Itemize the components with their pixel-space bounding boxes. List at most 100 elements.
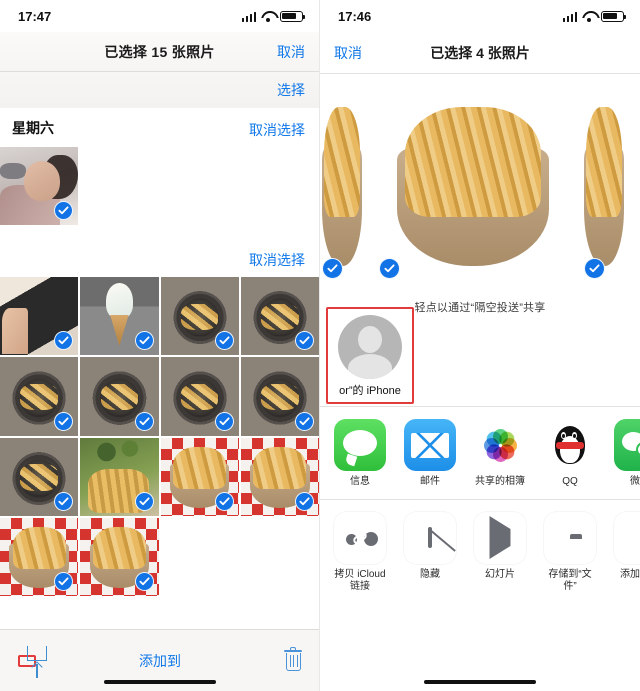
share-app-mail[interactable]: 邮件 xyxy=(402,419,458,489)
airdrop-contact-highlight[interactable]: or”的 iPhone xyxy=(326,307,414,404)
share-action-label: 拷贝 iCloud 链接 xyxy=(334,568,386,593)
share-action-row: 拷贝 iCloud 链接 隐藏 幻灯片 存储到“文件” 添加到相 xyxy=(320,500,640,608)
screenshot-comparison: 17:47 已选择 15 张照片 取消 选择 星期六 取消选择 取消选择 添加到… xyxy=(0,0,640,691)
wechat-icon[interactable] xyxy=(614,419,640,471)
add-to-button[interactable]: 添加到 xyxy=(139,651,181,671)
wifi-icon xyxy=(582,11,596,22)
selected-check-badge[interactable] xyxy=(295,411,314,431)
right-status-bar: 17:46 xyxy=(320,0,640,32)
photo-grid-cell[interactable] xyxy=(80,357,159,436)
deselect-button-bottom[interactable]: 取消选择 xyxy=(249,250,305,270)
selected-check-badge[interactable] xyxy=(379,258,400,279)
preview-thumbnail[interactable] xyxy=(578,82,630,287)
person-avatar-icon xyxy=(338,315,402,379)
share-app-messages[interactable]: 信息 xyxy=(332,419,388,489)
save-to-files-icon[interactable] xyxy=(544,511,596,564)
share-action-label: 存储到“文件” xyxy=(548,568,592,593)
deselect-button-top[interactable]: 取消选择 xyxy=(249,120,305,140)
page-title: 已选择 4 张照片 xyxy=(430,44,530,61)
photo-thumbnail-hero[interactable] xyxy=(0,147,78,225)
photo-art xyxy=(24,161,60,201)
photos-icon[interactable] xyxy=(474,419,526,471)
hide-icon[interactable] xyxy=(404,511,456,564)
mail-icon[interactable] xyxy=(404,419,456,471)
trash-icon[interactable] xyxy=(284,647,302,671)
photo-grid-cell[interactable] xyxy=(240,277,319,356)
home-indicator xyxy=(103,679,216,684)
photo-grid-cell[interactable] xyxy=(80,277,159,356)
left-sub-bar: 选择 xyxy=(0,72,319,108)
preview-thumbnail[interactable] xyxy=(320,82,368,287)
selected-check-badge[interactable] xyxy=(295,491,314,511)
photo-grid-cell[interactable] xyxy=(160,277,239,356)
add-to-album-icon[interactable] xyxy=(614,511,640,564)
share-action-label: 隐藏 xyxy=(420,568,440,580)
select-button[interactable]: 选择 xyxy=(277,80,305,100)
share-app-label: 共享的相簿 xyxy=(475,476,525,487)
share-action-hide[interactable]: 隐藏 xyxy=(402,511,458,594)
photo-art xyxy=(0,163,26,179)
selected-check-badge[interactable] xyxy=(134,411,154,431)
share-app-qq[interactable]: QQ xyxy=(542,419,598,489)
selected-check-badge[interactable] xyxy=(214,411,234,431)
share-action-copy-icloud-link[interactable]: 拷贝 iCloud 链接 xyxy=(332,511,388,594)
share-button-highlight[interactable] xyxy=(18,645,47,678)
status-indicators xyxy=(241,10,305,22)
share-action-add-to-album[interactable]: 添加到相 xyxy=(612,511,640,594)
share-app-label: 微信 xyxy=(630,476,640,487)
selected-check-badge[interactable] xyxy=(584,258,605,279)
selected-check-badge[interactable] xyxy=(214,491,234,511)
share-action-label: 添加到相 xyxy=(620,568,640,580)
airdrop-contact-name: or”的 iPhone xyxy=(339,385,401,397)
messages-icon[interactable] xyxy=(334,419,386,471)
home-indicator xyxy=(424,679,536,684)
photo-grid-cell[interactable] xyxy=(240,437,319,516)
share-action-label: 幻灯片 xyxy=(485,568,515,580)
selected-check-badge[interactable] xyxy=(134,331,154,351)
cancel-button[interactable]: 取消 xyxy=(334,43,362,63)
status-time: 17:47 xyxy=(18,8,52,24)
photo-grid-cell[interactable] xyxy=(80,437,159,516)
photo-grid-cell[interactable] xyxy=(160,437,239,516)
share-app-row: 信息 邮件 共享的相簿 QQ 微信 xyxy=(320,407,640,500)
photo-grid-cell[interactable] xyxy=(0,277,79,356)
photo-grid-cell[interactable] xyxy=(240,357,319,436)
status-indicators xyxy=(562,10,626,22)
cancel-button[interactable]: 取消 xyxy=(277,42,305,62)
right-screen-share-sheet: 17:46 取消 已选择 4 张照片 轻点以通过“隔空投送”共享 or”的 iP… xyxy=(320,0,640,691)
selected-check-badge[interactable] xyxy=(214,331,234,351)
selected-check-badge[interactable] xyxy=(54,411,74,431)
photo-grid xyxy=(0,277,319,596)
preview-thumbnail-main[interactable] xyxy=(373,82,573,287)
wifi-icon xyxy=(261,11,275,22)
selected-check-badge[interactable] xyxy=(322,258,343,279)
photo-grid-cell[interactable] xyxy=(0,517,79,596)
photo-grid-cell[interactable] xyxy=(0,437,79,516)
share-action-save-to-files[interactable]: 存储到“文件” xyxy=(542,511,598,594)
battery-icon xyxy=(601,10,626,22)
signal-bars-icon xyxy=(562,11,577,22)
selected-check-badge[interactable] xyxy=(134,491,154,511)
share-app-wechat[interactable]: 微信 xyxy=(612,419,640,489)
photo-grid-cell[interactable] xyxy=(160,357,239,436)
signal-bars-icon xyxy=(241,11,256,22)
photo-grid-cell[interactable] xyxy=(0,357,79,436)
selected-check-badge[interactable] xyxy=(54,201,73,220)
selected-photo-previews[interactable] xyxy=(320,74,640,289)
photo-grid-cell[interactable] xyxy=(80,517,159,596)
copy-icloud-link-icon[interactable] xyxy=(334,511,386,564)
status-time: 17:46 xyxy=(338,8,372,24)
airdrop-section: 轻点以通过“隔空投送”共享 or”的 iPhone xyxy=(320,289,640,407)
slideshow-icon[interactable] xyxy=(474,511,526,564)
left-screen-photo-selection: 17:47 已选择 15 张照片 取消 选择 星期六 取消选择 取消选择 添加到 xyxy=(0,0,320,691)
right-nav-bar: 取消 已选择 4 张照片 xyxy=(320,32,640,74)
left-status-bar: 17:47 xyxy=(0,0,319,32)
day-section: 星期六 取消选择 取消选择 xyxy=(0,108,319,277)
share-app-label: 邮件 xyxy=(420,476,440,487)
battery-icon xyxy=(280,10,305,22)
share-app-photos[interactable]: 共享的相簿 xyxy=(472,419,528,489)
selected-check-badge[interactable] xyxy=(54,491,74,511)
share-action-slideshow[interactable]: 幻灯片 xyxy=(472,511,528,594)
selected-check-badge[interactable] xyxy=(134,572,154,591)
qq-icon[interactable] xyxy=(544,419,596,471)
